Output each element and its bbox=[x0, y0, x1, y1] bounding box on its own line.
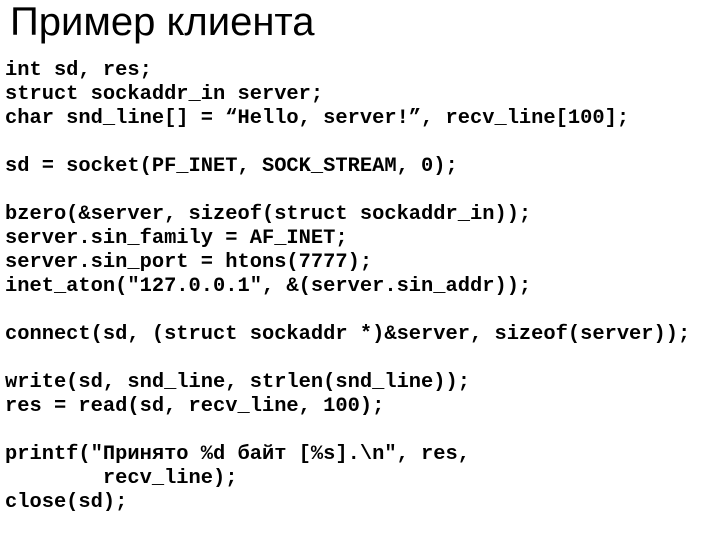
code-line: res = read(sd, recv_line, 100); bbox=[5, 395, 385, 418]
code-line: write(sd, snd_line, strlen(snd_line)); bbox=[5, 371, 470, 394]
code-line: int sd, res; bbox=[5, 59, 152, 82]
code-line: struct sockaddr_in server; bbox=[5, 83, 324, 106]
code-line: inet_aton("127.0.0.1", &(server.sin_addr… bbox=[5, 275, 532, 298]
code-line: connect(sd, (struct sockaddr *)&server, … bbox=[5, 323, 691, 346]
code-line: server.sin_family = AF_INET; bbox=[5, 227, 348, 250]
slide-canvas: Пример клиента int sd, res; struct sockad… bbox=[0, 0, 720, 540]
code-line: recv_line); bbox=[5, 467, 238, 490]
code-line: close(sd); bbox=[5, 491, 128, 514]
code-line: server.sin_port = htons(7777); bbox=[5, 251, 373, 274]
code-listing: int sd, res; struct sockaddr_in server; ch… bbox=[5, 59, 717, 515]
code-line: sd = socket(PF_INET, SOCK_STREAM, 0); bbox=[5, 155, 458, 178]
page-title: Пример клиента bbox=[10, 0, 315, 44]
code-line: char snd_line[] = “Hello, server!”, recv… bbox=[5, 107, 630, 130]
code-line: bzero(&server, sizeof(struct sockaddr_in… bbox=[5, 203, 532, 226]
code-line: printf("Принято %d байт [%s].\n", res, bbox=[5, 443, 470, 466]
